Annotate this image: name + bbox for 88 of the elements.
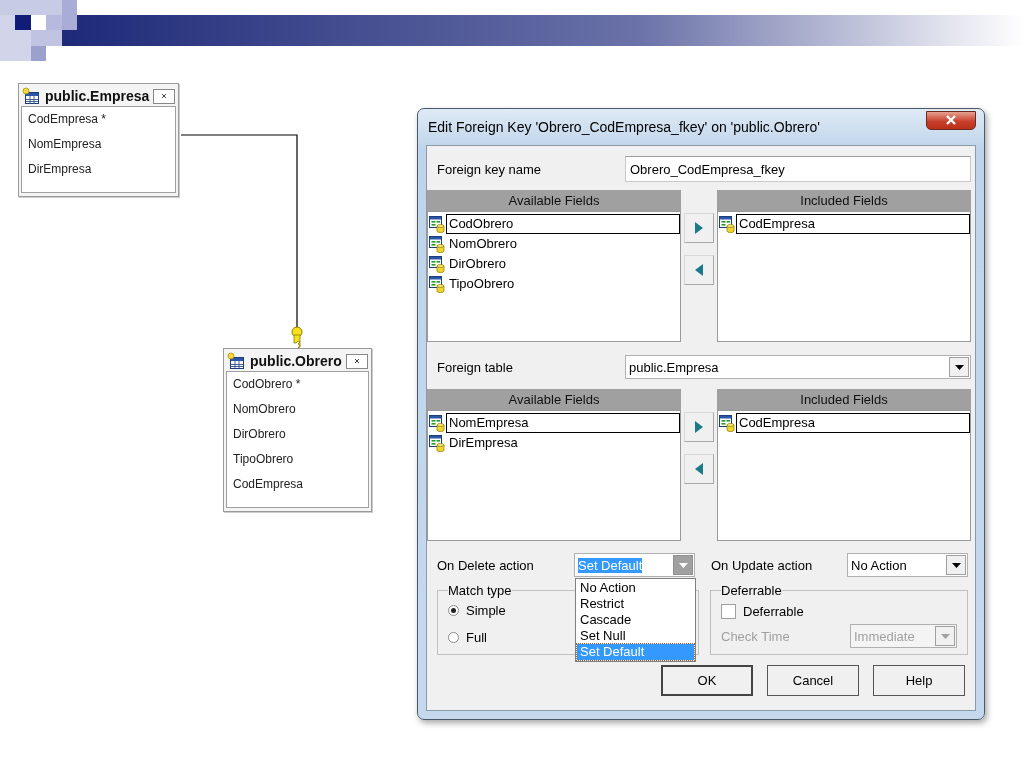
combo-value: Immediate	[854, 628, 916, 644]
field-icon	[429, 414, 445, 432]
dropdown-option[interactable]: No Action	[577, 580, 694, 596]
radio-option[interactable]: Full	[448, 627, 487, 648]
table-icon	[22, 87, 42, 105]
remove-field-button[interactable]	[684, 255, 714, 285]
checkbox[interactable]	[721, 603, 736, 619]
field-icon	[429, 275, 445, 293]
list-item[interactable]: CodEmpresa	[736, 413, 970, 433]
radio-option[interactable]: Simple	[448, 600, 506, 621]
add-field-button[interactable]	[684, 213, 714, 243]
list-header: Included Fields	[717, 389, 971, 410]
dropdown-option[interactable]: Restrict	[577, 596, 694, 612]
table-node[interactable]: public.Obrero CodObrero * NomObrero DirObrero TipoObrero CodEmpresa	[223, 348, 372, 512]
key-icon	[291, 326, 303, 349]
dropdown-option[interactable]: Set Null	[577, 628, 694, 644]
list-item[interactable]: CodEmpresa	[736, 214, 970, 234]
dropdown-option[interactable]: Cascade	[577, 612, 694, 628]
list-item[interactable]: TipoObrero	[446, 274, 680, 294]
group-label: Deferrable	[721, 583, 782, 598]
foreign-key-name-field[interactable]: Obrero_CodEmpresa_fkey	[625, 156, 971, 182]
fields-listbox[interactable]: CodObrero NomObrero DirObrero TipoObrero	[427, 211, 681, 342]
field-label: Foreign table	[437, 359, 514, 375]
radio-label: Full	[466, 630, 487, 645]
combo-value: Set Default	[578, 557, 643, 573]
list-header: Available Fields	[427, 190, 681, 211]
fields-listbox[interactable]: CodEmpresa	[717, 211, 971, 342]
window-title: Edit Foreign Key 'Obrero_CodEmpresa_fkey' on 'public.Obrero'	[427, 119, 821, 135]
field-label: Check Time	[721, 628, 791, 644]
table-title: public.Empresa	[45, 88, 150, 104]
list-item[interactable]: CodObrero	[446, 214, 680, 234]
dropdown-caret-icon	[951, 562, 961, 568]
field-label: On Delete action	[437, 557, 535, 573]
column-name: NomEmpresa	[27, 136, 103, 153]
left-arrow-icon	[694, 263, 704, 277]
column-name: DirObrero	[232, 426, 287, 443]
close-button[interactable]	[346, 353, 368, 369]
list-item[interactable]: NomEmpresa	[446, 413, 680, 433]
list-item[interactable]: DirEmpresa	[446, 433, 680, 453]
field-icon	[429, 434, 445, 452]
field-icon	[719, 414, 735, 432]
radio-label: Simple	[466, 603, 506, 618]
checkbox-option[interactable]: Deferrable	[721, 600, 804, 622]
foreign-table-combo[interactable]: public.Empresa	[625, 355, 971, 379]
list-item[interactable]: DirObrero	[446, 254, 680, 274]
table-node[interactable]: public.Empresa CodEmpresa * NomEmpresa DirEmpresa	[18, 83, 179, 197]
add-field-button[interactable]	[684, 412, 714, 442]
radio-button[interactable]	[448, 632, 459, 643]
column-name: NomObrero	[232, 401, 297, 418]
combo-value: No Action	[851, 557, 908, 573]
table-title: public.Obrero	[250, 353, 343, 369]
column-name: CodObrero *	[232, 376, 302, 393]
field-label: Foreign key name	[437, 161, 543, 177]
list-header: Available Fields	[427, 389, 681, 410]
dropdown-caret-icon	[954, 364, 964, 370]
dialog-button[interactable]: OK	[661, 665, 753, 696]
on-update-combo[interactable]: No Action	[847, 553, 968, 577]
close-button[interactable]	[926, 110, 976, 130]
right-arrow-icon	[694, 420, 704, 434]
dialog-button[interactable]: Help	[873, 665, 965, 696]
list-item[interactable]: NomObrero	[446, 234, 680, 254]
field-icon	[719, 215, 735, 233]
right-arrow-icon	[694, 221, 704, 235]
column-name: CodEmpresa	[232, 476, 305, 493]
column-name: TipoObrero	[232, 451, 295, 468]
close-icon	[353, 356, 361, 366]
radio-button[interactable]	[448, 605, 459, 616]
dropdown-caret-icon	[678, 562, 688, 568]
combo-value: public.Empresa	[629, 359, 720, 375]
fields-listbox[interactable]: CodEmpresa	[717, 410, 971, 541]
column-name: DirEmpresa	[27, 161, 93, 178]
column-name: CodEmpresa *	[27, 111, 108, 128]
field-icon	[429, 215, 445, 233]
field-label: On Update action	[711, 557, 814, 573]
close-icon	[160, 91, 168, 101]
field-icon	[429, 235, 445, 253]
table-icon	[227, 352, 247, 370]
dialog-button[interactable]: Cancel	[767, 665, 859, 696]
group-label: Match type	[448, 583, 512, 598]
checkbox-label: Deferrable	[743, 603, 804, 619]
fields-listbox[interactable]: NomEmpresa DirEmpresa	[427, 410, 681, 541]
left-arrow-icon	[694, 462, 704, 476]
close-button[interactable]	[153, 88, 175, 104]
field-icon	[429, 255, 445, 273]
dropdown-caret-icon	[940, 633, 950, 639]
list-header: Included Fields	[717, 190, 971, 211]
close-icon	[944, 114, 958, 126]
remove-field-button[interactable]	[684, 454, 714, 484]
